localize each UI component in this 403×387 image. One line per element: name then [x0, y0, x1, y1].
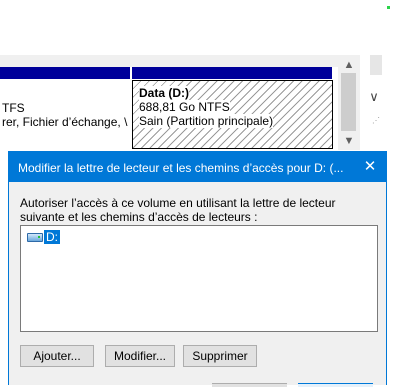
scroll-down-arrow-icon[interactable]: ▼ — [340, 133, 358, 149]
close-icon[interactable]: ✕ — [358, 156, 382, 178]
dialog-description: Autoriser l’accès à ce volume en utilisa… — [20, 196, 336, 224]
partition-left-line1: TFS — [2, 101, 25, 115]
partition-size: 688,81 Go NTFS — [139, 100, 230, 114]
partition-header-left — [0, 67, 130, 79]
delete-button[interactable]: Supprimer — [183, 345, 257, 367]
partition-status: Sain (Partition principale) — [139, 114, 274, 128]
right-panel-scroll — [370, 55, 382, 75]
partition-name: Data (D:) — [139, 86, 189, 100]
partition-left-text: TFS rer, Fichier d’échange, \ — [2, 101, 127, 129]
resize-grip-icon[interactable]: ⋰ — [372, 116, 381, 125]
list-item-label: D: — [44, 230, 60, 244]
drive-icon — [27, 232, 43, 242]
modify-button[interactable]: Modifier... — [105, 345, 175, 367]
change-drive-letter-dialog: Modifier la lettre de lecteur et les che… — [8, 151, 387, 387]
partition-data-d-text: Data (D:) 688,81 Go NTFS Sain (Partition… — [139, 86, 274, 128]
right-panel — [361, 55, 403, 155]
drive-paths-list[interactable]: D: — [20, 225, 378, 332]
list-item[interactable]: D: — [27, 230, 60, 244]
dialog-title: Modifier la lettre de lecteur et les che… — [18, 161, 344, 175]
chevron-down-icon[interactable]: ∨ — [367, 90, 381, 104]
dialog-titlebar[interactable]: Modifier la lettre de lecteur et les che… — [9, 152, 386, 182]
partition-left-line2: rer, Fichier d’échange, \ — [2, 115, 128, 129]
partition-header-right — [132, 67, 332, 79]
add-button[interactable]: Ajouter... — [20, 345, 94, 367]
disk-map-top-strip — [0, 55, 360, 67]
status-dot — [387, 6, 390, 9]
scrollbar-thumb[interactable] — [341, 73, 356, 131]
scroll-up-arrow-icon[interactable]: ▲ — [340, 57, 358, 73]
